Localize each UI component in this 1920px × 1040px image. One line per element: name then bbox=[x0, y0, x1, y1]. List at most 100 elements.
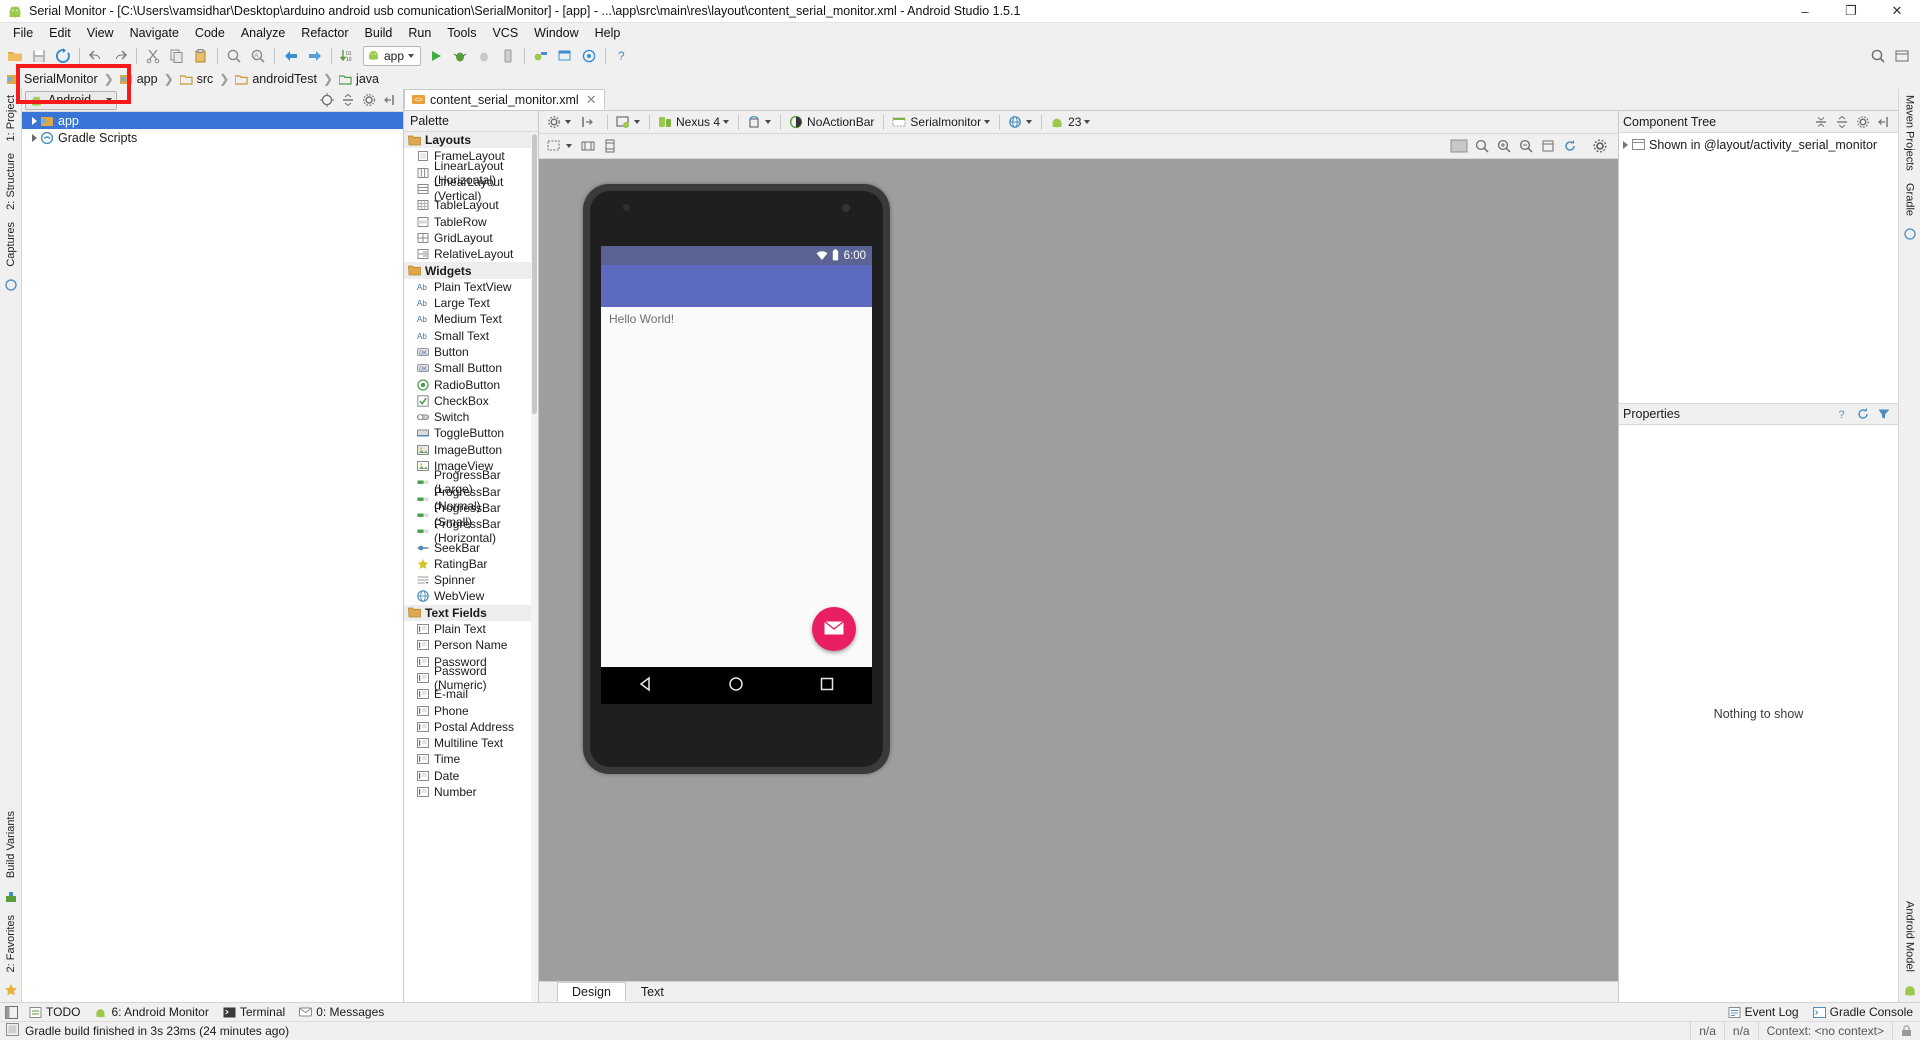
palette-item-date[interactable]: Date bbox=[404, 768, 538, 784]
run-configuration-selector[interactable]: app bbox=[363, 46, 421, 66]
avd-icon-2[interactable] bbox=[578, 45, 600, 67]
palette-scroll-thumb[interactable] bbox=[532, 134, 537, 414]
tool-window-android-model[interactable]: Android Model bbox=[1901, 895, 1919, 978]
search-everywhere-icon[interactable] bbox=[1867, 45, 1889, 67]
palette-item-large-text[interactable]: Ab Large Text bbox=[404, 295, 538, 311]
palette-item-small-text[interactable]: Ab Small Text bbox=[404, 328, 538, 344]
config-locale-selector[interactable] bbox=[1004, 113, 1036, 132]
config-api-selector[interactable]: 23 bbox=[1046, 113, 1094, 132]
palette-item-progressbar-horizontal[interactable]: ProgressBar (Horizontal) bbox=[404, 517, 538, 545]
menu-refactor[interactable]: Refactor bbox=[293, 23, 356, 43]
menu-window[interactable]: Window bbox=[526, 23, 586, 43]
gear-icon[interactable] bbox=[1590, 137, 1610, 156]
palette-item-checkbox[interactable]: CheckBox bbox=[404, 393, 538, 409]
find-icon[interactable] bbox=[223, 45, 245, 67]
expand-arrow-icon[interactable] bbox=[1623, 140, 1628, 149]
config-android-version[interactable] bbox=[612, 113, 644, 132]
tool-window-build-variants[interactable]: Build Variants bbox=[2, 805, 20, 884]
help-icon[interactable]: ? bbox=[611, 45, 633, 67]
palette-item-person-name[interactable]: Person Name bbox=[404, 637, 538, 653]
refresh-icon[interactable] bbox=[1560, 137, 1580, 156]
config-activity-selector[interactable]: Serialmonitor bbox=[888, 113, 994, 132]
zoom-fit-icon[interactable] bbox=[1472, 137, 1492, 156]
hide-icon[interactable] bbox=[1875, 113, 1892, 130]
palette-item-plain-textview[interactable]: Ab Plain TextView bbox=[404, 279, 538, 295]
palette-item-number[interactable]: Number bbox=[404, 784, 538, 800]
expand-arrow-icon[interactable] bbox=[28, 133, 40, 142]
bottom-item-terminal[interactable]: Terminal bbox=[216, 1003, 292, 1022]
menu-code[interactable]: Code bbox=[187, 23, 233, 43]
sdk-manager-icon[interactable] bbox=[530, 45, 552, 67]
menu-help[interactable]: Help bbox=[587, 23, 629, 43]
maximize-button[interactable]: ❐ bbox=[1828, 0, 1874, 23]
forward-icon[interactable] bbox=[304, 45, 326, 67]
palette-item-phone[interactable]: Phone bbox=[404, 702, 538, 718]
attach-debugger-icon[interactable] bbox=[473, 45, 495, 67]
tree-item-gradle-scripts[interactable]: Gradle Scripts bbox=[22, 129, 403, 146]
fit-height-icon[interactable] bbox=[600, 137, 620, 156]
menu-build[interactable]: Build bbox=[357, 23, 401, 43]
hide-icon[interactable] bbox=[381, 92, 398, 109]
palette-item-time[interactable]: Time bbox=[404, 751, 538, 767]
tab-design[interactable]: Design bbox=[557, 982, 626, 1002]
breadcrumb-item-androidtest[interactable]: androidTest bbox=[233, 72, 319, 86]
home-nav-icon[interactable] bbox=[727, 675, 745, 696]
run-button[interactable] bbox=[425, 45, 447, 67]
tool-window-maven-projects[interactable]: Maven Projects bbox=[1901, 89, 1919, 177]
breadcrumb-item-serialmonitor[interactable]: SerialMonitor bbox=[5, 72, 100, 86]
floating-action-button[interactable] bbox=[812, 607, 856, 651]
menu-file[interactable]: File bbox=[5, 23, 41, 43]
recents-nav-icon[interactable] bbox=[818, 675, 836, 696]
select-mode-icon[interactable] bbox=[544, 137, 564, 156]
bottom-item-event-log[interactable]: Event Log bbox=[1721, 1003, 1806, 1022]
collapse-all-icon[interactable] bbox=[339, 92, 356, 109]
bottom-item-messages[interactable]: 0: Messages bbox=[292, 1003, 391, 1022]
menu-vcs[interactable]: VCS bbox=[484, 23, 526, 43]
undo-icon[interactable] bbox=[85, 45, 107, 67]
menu-analyze[interactable]: Analyze bbox=[233, 23, 293, 43]
palette-item-webview[interactable]: WebView bbox=[404, 588, 538, 604]
palette-item-spinner[interactable]: Spinner bbox=[404, 572, 538, 588]
gear-icon[interactable] bbox=[360, 92, 377, 109]
replace-icon[interactable]: A bbox=[247, 45, 269, 67]
config-orientation-selector[interactable] bbox=[743, 113, 775, 132]
open-folder-icon[interactable] bbox=[4, 45, 26, 67]
avd-manager-icon[interactable] bbox=[497, 45, 519, 67]
fit-width-icon[interactable] bbox=[578, 137, 598, 156]
layout-manager-icon[interactable] bbox=[554, 45, 576, 67]
lock-icon[interactable] bbox=[1892, 1021, 1920, 1040]
tool-window-structure[interactable]: 2: Structure bbox=[2, 147, 20, 216]
cut-icon[interactable] bbox=[142, 45, 164, 67]
menu-run[interactable]: Run bbox=[400, 23, 439, 43]
layout-icon[interactable] bbox=[1891, 45, 1913, 67]
palette-group-text-fields[interactable]: Text Fields bbox=[404, 604, 538, 621]
palette-item-password-numeric[interactable]: Password (Numeric) bbox=[404, 664, 538, 692]
design-canvas[interactable]: 6:00 Hello World! bbox=[539, 159, 1618, 981]
palette-item-button[interactable]: OK Button bbox=[404, 344, 538, 360]
palette-item-multiline-text[interactable]: Multiline Text bbox=[404, 735, 538, 751]
palette-item-postal-address[interactable]: Postal Address bbox=[404, 719, 538, 735]
back-icon[interactable] bbox=[280, 45, 302, 67]
project-tree[interactable]: app Gradle Scripts bbox=[22, 112, 403, 1002]
bottom-item-gradle-console[interactable]: Gradle Console bbox=[1806, 1003, 1920, 1022]
breadcrumb-item-app[interactable]: app bbox=[118, 72, 160, 86]
palette-group-widgets[interactable]: Widgets bbox=[404, 262, 538, 279]
palette-item-radiobutton[interactable]: RadioButton bbox=[404, 376, 538, 392]
expand-arrow-icon[interactable] bbox=[28, 116, 40, 125]
reset-icon[interactable] bbox=[1854, 406, 1871, 423]
zoom-out-icon[interactable] bbox=[1516, 137, 1536, 156]
copy-icon[interactable] bbox=[166, 45, 188, 67]
palette-scrollbar[interactable] bbox=[531, 132, 538, 1002]
expand-all-icon[interactable] bbox=[1812, 113, 1829, 130]
save-all-icon[interactable] bbox=[28, 45, 50, 67]
target-icon[interactable] bbox=[318, 92, 335, 109]
tool-window-project[interactable]: 1: Project bbox=[2, 89, 20, 147]
sync-icon[interactable] bbox=[52, 45, 74, 67]
palette-item-medium-text[interactable]: Ab Medium Text bbox=[404, 311, 538, 327]
collapse-all-icon[interactable] bbox=[1833, 113, 1850, 130]
palette-item-switch[interactable]: Switch bbox=[404, 409, 538, 425]
component-tree-row[interactable]: Shown in @layout/activity_serial_monitor bbox=[1619, 136, 1898, 153]
redo-icon[interactable] bbox=[109, 45, 131, 67]
menu-view[interactable]: View bbox=[79, 23, 122, 43]
close-button[interactable]: ✕ bbox=[1874, 0, 1920, 23]
